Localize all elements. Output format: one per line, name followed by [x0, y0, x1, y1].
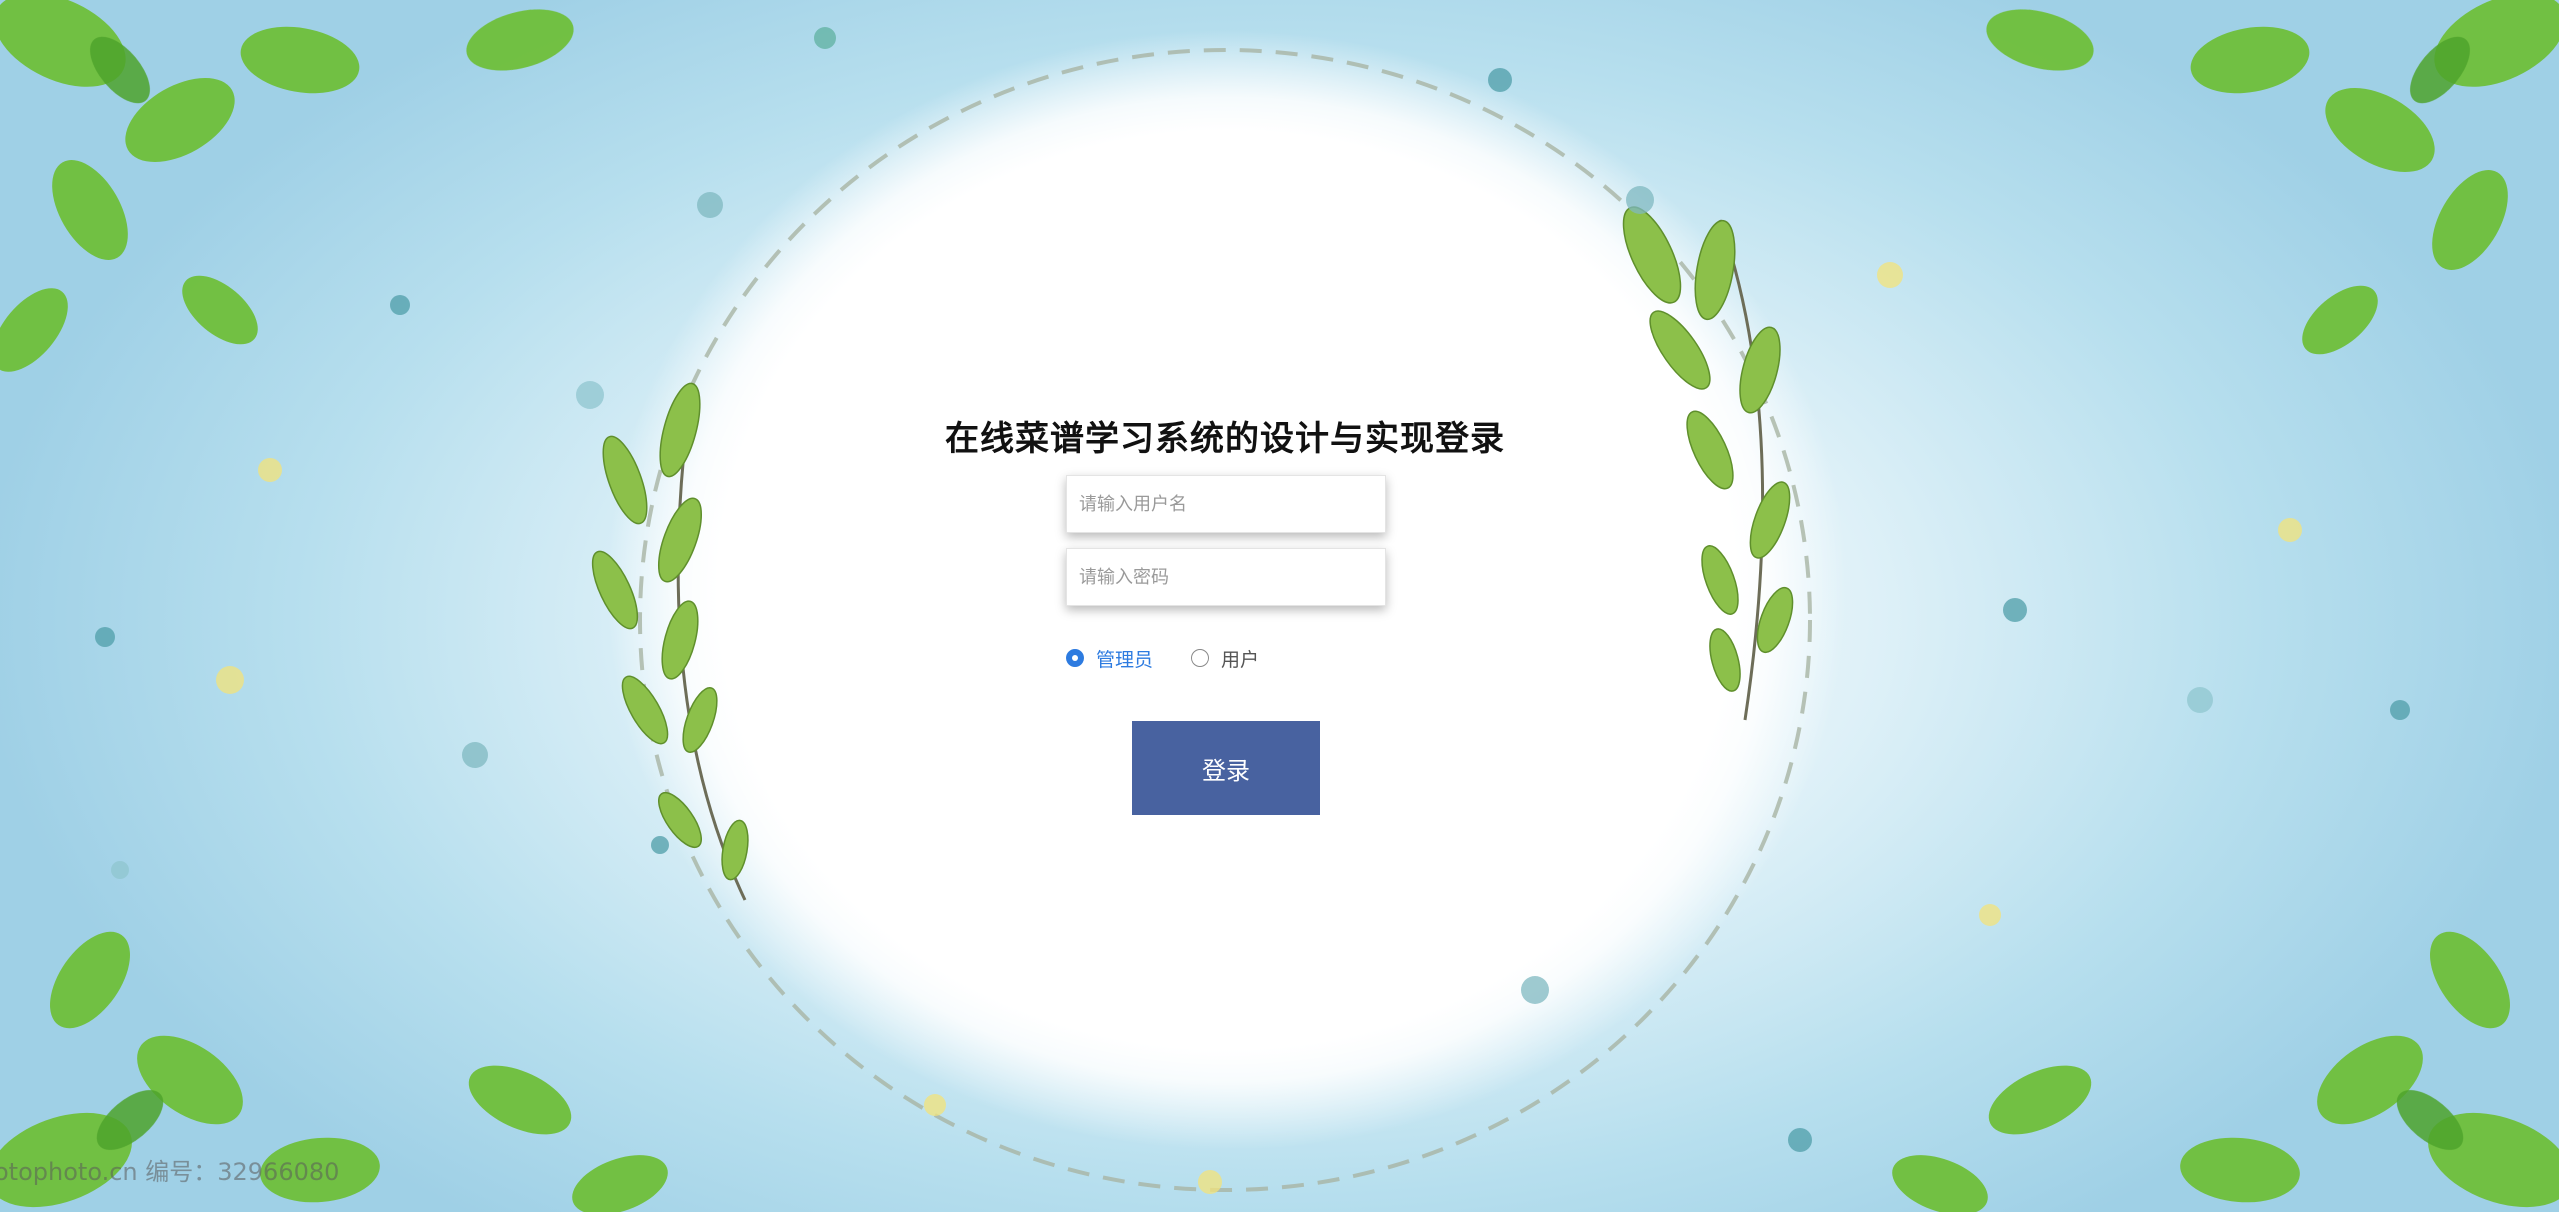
- page-title: 在线菜谱学习系统的设计与实现登录: [945, 419, 1505, 459]
- radio-checked-icon[interactable]: [1066, 649, 1084, 667]
- role-label-user: 用户: [1221, 648, 1260, 671]
- role-option-admin[interactable]: 管理员: [1066, 645, 1153, 672]
- login-panel: 在线菜谱学习系统的设计与实现登录 管理员 用户 登录: [900, 395, 1550, 835]
- login-button[interactable]: 登录: [1132, 721, 1320, 815]
- role-option-user[interactable]: 用户: [1191, 645, 1259, 672]
- role-label-admin: 管理员: [1096, 648, 1154, 671]
- role-radio-group: 管理员 用户: [1066, 645, 1297, 671]
- image-watermark: otophoto.cn 编号：32966080: [0, 1158, 340, 1186]
- background-image: 在线菜谱学习系统的设计与实现登录 管理员 用户 登录 otophoto.cn 编…: [0, 0, 2559, 1212]
- password-field-wrapper: [1066, 548, 1386, 606]
- radio-unchecked-icon[interactable]: [1191, 649, 1210, 667]
- username-input[interactable]: [1067, 476, 1385, 532]
- username-field-wrapper: [1066, 475, 1386, 533]
- password-input[interactable]: [1067, 549, 1385, 605]
